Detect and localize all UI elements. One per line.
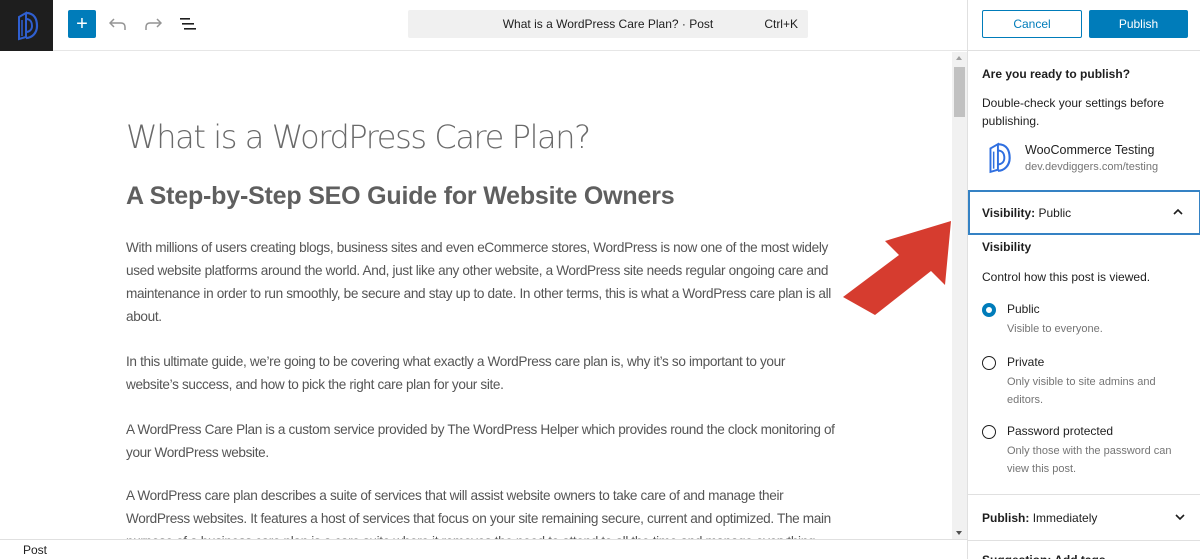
site-name: WooCommerce Testing <box>1025 143 1155 157</box>
site-url: dev.devdiggers.com/testing <box>1025 161 1159 173</box>
publish-button[interactable]: Publish <box>1089 10 1188 38</box>
radio-password-protected[interactable] <box>982 425 996 439</box>
add-block-button[interactable]: + <box>68 10 96 38</box>
pre-publish-panel: Cancel Publish Are you ready to publish?… <box>967 0 1200 559</box>
undo-button[interactable] <box>106 12 130 36</box>
paragraph-block[interactable]: With millions of users creating blogs, b… <box>126 236 836 328</box>
paragraph-block[interactable]: In this ultimate guide, we’re going to b… <box>126 350 836 396</box>
undo-icon <box>109 18 126 30</box>
cancel-button[interactable]: Cancel <box>982 10 1082 38</box>
visibility-description: Control how this post is viewed. <box>982 270 1151 284</box>
site-icon <box>989 142 1011 174</box>
ready-to-publish-description: Double-check your settings before publis… <box>982 96 1165 128</box>
publish-schedule-label: Publish: Immediately <box>982 511 1098 525</box>
suggestion-panel-label[interactable]: Suggestion: Add tags <box>982 553 1106 559</box>
chevron-up-icon <box>1173 208 1183 215</box>
radio-help-text: Only those with the password can view th… <box>1007 445 1172 475</box>
ready-to-publish-title: Are you ready to publish? <box>982 67 1131 81</box>
visibility-panel-label: Visibility: Public <box>982 206 1072 220</box>
scrollbar-thumb[interactable] <box>954 67 965 117</box>
redo-icon <box>145 18 162 30</box>
command-palette-button[interactable]: What is a WordPress Care Plan? · Post Ct… <box>408 10 808 38</box>
list-view-icon <box>180 18 196 30</box>
pre-publish-header: Cancel Publish <box>968 0 1200 51</box>
heading-block[interactable]: A Step-by-Step SEO Guide for Website Own… <box>126 182 675 211</box>
command-shortcut: Ctrl+K <box>764 17 798 31</box>
list-view-button[interactable] <box>176 12 200 36</box>
document-title: What is a WordPress Care Plan? · Post <box>502 17 714 31</box>
post-title[interactable]: What is a WordPress Care Plan? <box>126 118 591 156</box>
radio-label: Public <box>1007 302 1040 316</box>
paragraph-block[interactable]: A WordPress care plan describes a suite … <box>126 484 836 539</box>
editor-toolbar: + What is a WordPress Care Plan? · Post … <box>0 0 967 51</box>
devdiggers-logo-icon <box>17 10 38 40</box>
publish-schedule-toggle[interactable]: Publish: Immediately <box>968 495 1200 540</box>
radio-public[interactable] <box>982 303 996 317</box>
visibility-section-title: Visibility <box>982 240 1032 254</box>
scroll-down-arrow-icon[interactable] <box>956 531 962 535</box>
chevron-down-icon <box>1175 514 1185 521</box>
radio-help-text: Visible to everyone. <box>1007 323 1103 335</box>
radio-help-text: Only visible to site admins and editors. <box>1007 376 1156 406</box>
breadcrumb-post[interactable]: Post <box>23 543 47 557</box>
radio-label: Private <box>1007 355 1045 369</box>
scroll-up-arrow-icon[interactable] <box>956 56 962 60</box>
red-arrow-annotation-icon <box>843 221 951 315</box>
wordpress-editor: + What is a WordPress Care Plan? · Post … <box>0 0 1200 559</box>
block-breadcrumb-bar: Post <box>0 539 967 559</box>
radio-label: Password protected <box>1007 424 1114 438</box>
site-logo-button[interactable] <box>0 0 53 51</box>
editor-canvas: What is a WordPress Care Plan? A Step-by… <box>0 52 952 539</box>
editor-scrollbar[interactable] <box>952 52 967 539</box>
paragraph-block[interactable]: A WordPress Care Plan is a custom servic… <box>126 418 836 464</box>
redo-button[interactable] <box>141 12 165 36</box>
divider <box>968 540 1200 541</box>
visibility-panel-toggle[interactable]: Visibility: Public <box>968 190 1200 235</box>
radio-private[interactable] <box>982 356 996 370</box>
